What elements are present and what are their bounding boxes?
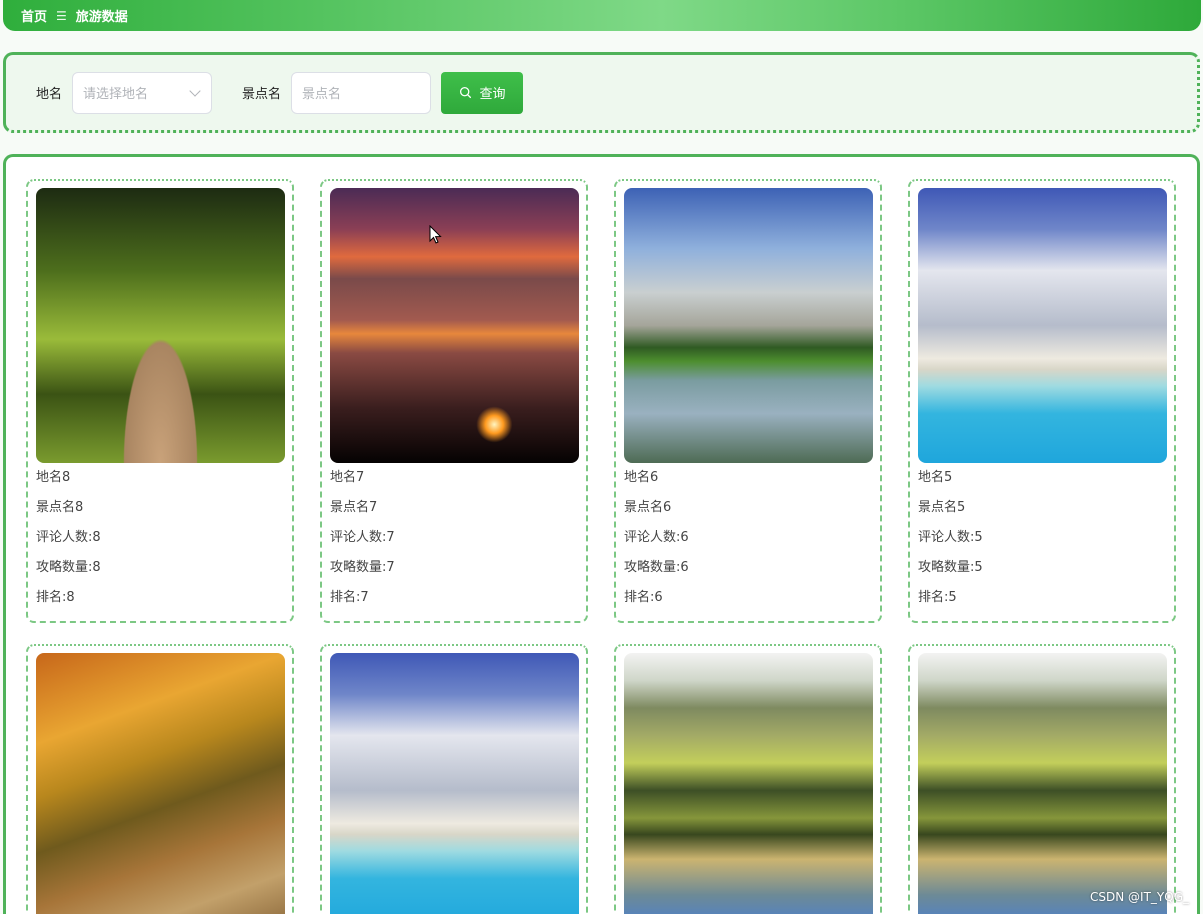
card-spot: 景点名5 bbox=[918, 500, 966, 515]
scenic-card[interactable]: 地名8 景点名8 评论人数:8 攻略数量:8 排名:8 bbox=[26, 179, 294, 623]
scenic-image bbox=[624, 188, 873, 463]
scenic-card[interactable] bbox=[26, 644, 294, 914]
card-place: 地名7 bbox=[330, 470, 365, 485]
card-guides: 攻略数量:6 bbox=[624, 560, 689, 575]
breadcrumb-current: 旅游数据 bbox=[75, 10, 128, 25]
query-button-label: 查询 bbox=[479, 87, 506, 102]
place-placeholder: 请选择地名 bbox=[83, 87, 149, 102]
scenic-card[interactable] bbox=[908, 644, 1176, 914]
scenic-card[interactable] bbox=[320, 644, 588, 914]
scenic-card[interactable]: 地名6 景点名6 评论人数:6 攻略数量:6 排名:6 bbox=[614, 179, 882, 623]
scenic-image bbox=[36, 653, 285, 914]
scenic-image bbox=[36, 188, 285, 463]
search-panel: 地名 请选择地名 景点名 景点名 查询 bbox=[3, 52, 1200, 133]
scenic-image bbox=[918, 653, 1167, 914]
card-reviews: 评论人数:8 bbox=[36, 530, 101, 545]
card-reviews: 评论人数:6 bbox=[624, 530, 689, 545]
place-label: 地名 bbox=[36, 87, 63, 102]
scenic-image bbox=[330, 653, 579, 914]
card-rank: 排名:6 bbox=[624, 590, 663, 605]
chevron-down-icon bbox=[189, 84, 201, 97]
card-place: 地名6 bbox=[624, 470, 659, 485]
card-rank: 排名:5 bbox=[918, 590, 957, 605]
card-spot: 景点名8 bbox=[36, 500, 84, 515]
menu-icon: ☰ bbox=[56, 8, 67, 23]
scenic-card[interactable]: 地名5 景点名5 评论人数:5 攻略数量:5 排名:5 bbox=[908, 179, 1176, 623]
scenic-image bbox=[624, 653, 873, 914]
place-select[interactable]: 请选择地名 bbox=[72, 71, 213, 114]
card-spot: 景点名7 bbox=[330, 500, 378, 515]
watermark: CSDN @IT_YQG_ bbox=[1090, 890, 1189, 904]
card-guides: 攻略数量:5 bbox=[918, 560, 983, 575]
breadcrumb-home[interactable]: 首页 bbox=[21, 6, 47, 25]
card-place: 地名8 bbox=[36, 470, 71, 485]
card-reviews: 评论人数:5 bbox=[918, 530, 983, 545]
card-spot: 景点名6 bbox=[624, 500, 672, 515]
card-place: 地名5 bbox=[918, 470, 953, 485]
scenic-card[interactable] bbox=[614, 644, 882, 914]
card-rank: 排名:7 bbox=[330, 590, 369, 605]
scenic-image bbox=[330, 188, 579, 463]
mouse-cursor-icon bbox=[429, 225, 442, 244]
card-guides: 攻略数量:7 bbox=[330, 560, 395, 575]
breadcrumb: 首页 ☰ 旅游数据 bbox=[3, 0, 1201, 31]
spot-input[interactable]: 景点名 bbox=[291, 71, 432, 114]
search-icon bbox=[459, 86, 471, 99]
scenic-card[interactable]: 地名7 景点名7 评论人数:7 攻略数量:7 排名:7 bbox=[320, 179, 588, 623]
query-button[interactable]: 查询 bbox=[441, 71, 524, 114]
card-reviews: 评论人数:7 bbox=[330, 530, 395, 545]
card-rank: 排名:8 bbox=[36, 590, 75, 605]
scenic-image bbox=[918, 188, 1167, 463]
spot-label: 景点名 bbox=[242, 87, 282, 102]
card-guides: 攻略数量:8 bbox=[36, 560, 101, 575]
spot-placeholder: 景点名 bbox=[302, 87, 342, 102]
